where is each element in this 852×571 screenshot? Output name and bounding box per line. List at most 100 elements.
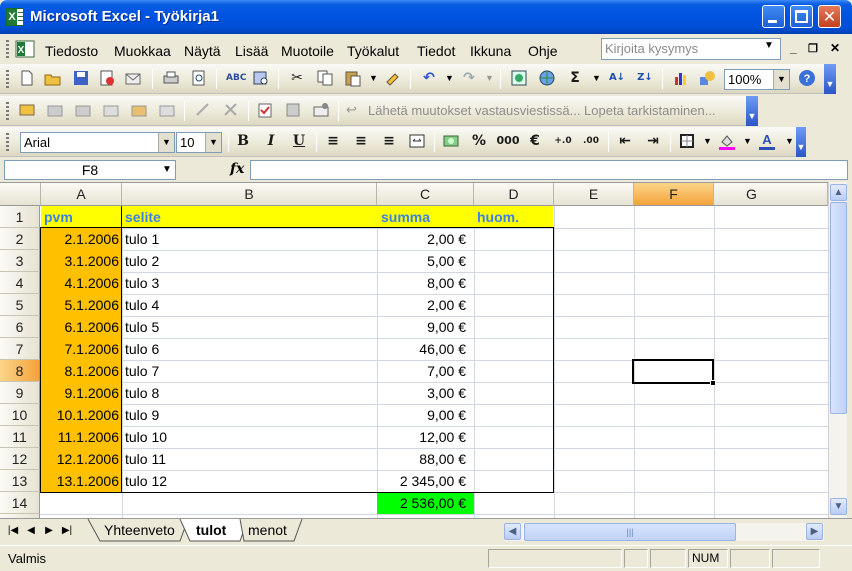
cell-a3[interactable]: 3.1.2006 (41, 250, 122, 272)
row-header-6[interactable]: 6 (0, 316, 40, 338)
cell-a4[interactable]: 4.1.2006 (41, 272, 122, 294)
redo-button[interactable]: ↷ (460, 69, 478, 87)
menu-ohje[interactable]: Ohje (528, 43, 558, 59)
menu-tiedosto[interactable]: Tiedosto (45, 43, 98, 59)
cell-c10[interactable]: 9,00 € (377, 404, 474, 426)
cell-c5[interactable]: 2,00 € (377, 294, 474, 316)
cut-button[interactable]: ✂ (288, 69, 306, 87)
email-button[interactable] (124, 69, 142, 87)
increase-decimal-button[interactable]: +.0 (554, 132, 572, 150)
cell-c2[interactable]: 2,00 € (377, 228, 474, 250)
cell-b6[interactable]: tulo 5 (122, 316, 377, 338)
cell-c4[interactable]: 8,00 € (377, 272, 474, 294)
cell-a6[interactable]: 6.1.2006 (41, 316, 122, 338)
review-show-all-button[interactable] (130, 101, 148, 119)
cell-b7[interactable]: tulo 6 (122, 338, 377, 360)
undo-dropdown-icon[interactable]: ▼ (445, 73, 454, 83)
send-for-review-button[interactable] (312, 101, 330, 119)
minimize-button[interactable] (762, 5, 785, 28)
cell-a10[interactable]: 10.1.2006 (41, 404, 122, 426)
autosum-button[interactable]: Σ (566, 69, 584, 87)
cell-c7[interactable]: 46,00 € (377, 338, 474, 360)
align-left-button[interactable]: ≡ (324, 132, 342, 150)
menu-nayta[interactable]: Näytä (184, 43, 221, 59)
fx-icon[interactable]: fx (230, 161, 244, 177)
create-task-button[interactable] (256, 101, 274, 119)
cell-a8[interactable]: 8.1.2006 (41, 360, 122, 382)
hyperlink-button[interactable] (510, 69, 528, 87)
copy-button[interactable] (316, 69, 334, 87)
prev-sheet-icon[interactable]: ◀ (24, 523, 38, 539)
permission-button[interactable] (98, 69, 116, 87)
cell-c12[interactable]: 88,00 € (377, 448, 474, 470)
sort-descending-button[interactable]: Z↓ (636, 69, 654, 87)
column-header-d[interactable]: D (474, 183, 554, 206)
delete-ink-button[interactable] (222, 101, 240, 119)
save-button[interactable] (72, 69, 90, 87)
fill-color-dropdown-icon[interactable]: ▼ (743, 136, 752, 146)
chart-wizard-button[interactable] (672, 69, 690, 87)
cell-d1[interactable]: huom. (474, 206, 554, 228)
cell-c13[interactable]: 2 345,00 € (377, 470, 474, 492)
cell-c14-total[interactable]: 2 536,00 € (377, 492, 474, 514)
undo-button[interactable]: ↶ (420, 69, 438, 87)
toolbar-options-chevron[interactable]: ▼ (824, 64, 836, 94)
cell-b11[interactable]: tulo 10 (122, 426, 377, 448)
workbook-icon[interactable]: X (14, 39, 36, 59)
ask-question-input[interactable]: Kirjoita kysymys ▼ (601, 38, 781, 60)
print-preview-button[interactable] (190, 69, 208, 87)
merge-center-button[interactable] (408, 132, 426, 150)
next-sheet-icon[interactable]: ▶ (42, 523, 56, 539)
horizontal-scrollbar[interactable]: ◀ ||| ▶ (504, 523, 824, 541)
row-header-14[interactable]: 14 (0, 492, 40, 514)
reply-with-changes-link[interactable]: Lähetä muutokset vastausviestissä... Lop… (368, 103, 716, 118)
review-show-button[interactable] (102, 101, 120, 119)
cell-b5[interactable]: tulo 4 (122, 294, 377, 316)
open-button[interactable] (44, 69, 62, 87)
cell-c6[interactable]: 9,00 € (377, 316, 474, 338)
help-button[interactable]: ? (798, 69, 816, 87)
formula-input[interactable] (250, 160, 848, 180)
toolbar-grip[interactable] (6, 70, 9, 88)
active-cell-f8[interactable] (632, 359, 716, 386)
maximize-button[interactable] (790, 5, 813, 28)
excel-app-icon[interactable]: X (6, 8, 24, 26)
scroll-left-button[interactable]: ◀ (504, 523, 521, 540)
font-size-select[interactable]: 10 ▼ (176, 132, 222, 153)
menubar-grip[interactable] (6, 40, 9, 58)
cell-a11[interactable]: 11.1.2006 (41, 426, 122, 448)
select-all-corner[interactable] (0, 183, 41, 206)
row-header-4[interactable]: 4 (0, 272, 40, 294)
column-header-c[interactable]: C (377, 183, 474, 206)
comma-style-button[interactable]: 000 (496, 132, 520, 150)
row-header-5[interactable]: 5 (0, 294, 40, 316)
font-color-button[interactable]: A (758, 132, 776, 150)
spelling-button[interactable]: ABC (226, 69, 246, 87)
format-painter-button[interactable] (384, 69, 402, 87)
cell-a1[interactable]: pvm (41, 206, 122, 228)
cell-c1[interactable]: summa (377, 206, 474, 228)
review-delete-button[interactable] (158, 101, 176, 119)
cell-a5[interactable]: 5.1.2006 (41, 294, 122, 316)
row-header-10[interactable]: 10 (0, 404, 40, 426)
chevron-down-icon[interactable]: ▼ (773, 70, 789, 89)
euro-button[interactable]: € (526, 132, 544, 150)
update-file-button[interactable] (284, 101, 302, 119)
vertical-scroll-thumb[interactable] (830, 202, 847, 414)
column-header-a[interactable]: A (41, 183, 122, 206)
row-header-2[interactable]: 2 (0, 228, 40, 250)
decrease-indent-button[interactable]: ⇤ (616, 132, 634, 150)
worksheet-grid[interactable]: A B C D E F G 1 2 3 4 5 6 7 8 9 10 11 12… (0, 182, 828, 518)
zoom-select[interactable]: 100% ▼ (724, 69, 790, 90)
cell-a13[interactable]: 13.1.2006 (41, 470, 122, 492)
close-button[interactable]: ✕ (818, 5, 841, 28)
cell-a7[interactable]: 7.1.2006 (41, 338, 122, 360)
column-header-e[interactable]: E (554, 183, 634, 206)
cell-c9[interactable]: 3,00 € (377, 382, 474, 404)
chevron-down-icon[interactable]: ▼ (158, 133, 174, 152)
ink-annotations-button[interactable] (194, 101, 212, 119)
doc-minimize-button[interactable]: _ (790, 41, 797, 55)
toolbar-options-chevron[interactable]: ▼ (796, 127, 806, 157)
sheet-tab-menot[interactable]: menot (240, 519, 295, 541)
doc-restore-button[interactable]: ❐ (808, 42, 818, 55)
